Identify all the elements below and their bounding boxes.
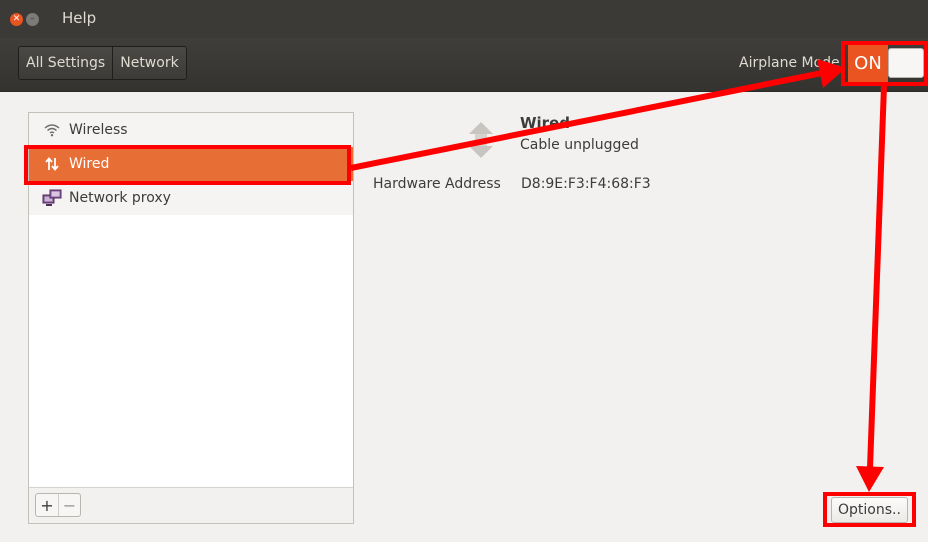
network-breadcrumb[interactable]: Network (112, 47, 186, 79)
wired-device-icon (466, 120, 496, 160)
list-footer: + − (29, 487, 353, 523)
switch-on-label: ON (848, 43, 888, 83)
device-title: Wired (520, 114, 570, 132)
device-list: Wireless Wired Network proxy (29, 113, 353, 215)
remove-device-button[interactable]: − (58, 494, 80, 516)
arrow-to-options-shaft (867, 85, 887, 469)
minimize-icon: – (30, 14, 35, 24)
airplane-mode-label: Airplane Mode (739, 55, 840, 71)
sidebar-item-label: Network proxy (69, 190, 171, 206)
add-remove-group: + − (35, 493, 81, 517)
close-window-button[interactable]: ✕ (10, 13, 23, 26)
hardware-address-value: D8:9E:F3:F4:68:F3 (521, 176, 651, 192)
toolbar: All Settings Network Airplane Mode (0, 38, 928, 92)
arrow-to-options-head (856, 466, 884, 492)
switch-knob[interactable] (888, 48, 924, 78)
sidebar-item-wired[interactable]: Wired (29, 147, 353, 181)
sidebar-item-wireless[interactable]: Wireless (29, 113, 353, 147)
sidebar-item-network-proxy[interactable]: Network proxy (29, 181, 353, 215)
add-device-button[interactable]: + (36, 494, 58, 516)
connection-status: Cable unplugged (520, 137, 639, 153)
options-button[interactable]: Options.. (831, 497, 908, 523)
sidebar-item-label: Wired (69, 156, 110, 172)
hardware-address-label: Hardware Address (373, 176, 501, 192)
airplane-mode-switch[interactable]: ON (848, 43, 928, 83)
window-title: Help (62, 9, 97, 27)
title-bar: ✕ – Help (0, 0, 928, 38)
wifi-icon (41, 121, 63, 139)
network-proxy-icon (41, 189, 63, 207)
sidebar-item-label: Wireless (69, 122, 128, 138)
breadcrumb: All Settings Network (18, 46, 187, 80)
minimize-window-button[interactable]: – (26, 13, 39, 26)
wired-arrows-icon (41, 155, 63, 173)
network-device-list: Wireless Wired Network proxy + − (28, 112, 354, 524)
all-settings-button[interactable]: All Settings (19, 47, 113, 79)
close-icon: ✕ (12, 14, 21, 24)
